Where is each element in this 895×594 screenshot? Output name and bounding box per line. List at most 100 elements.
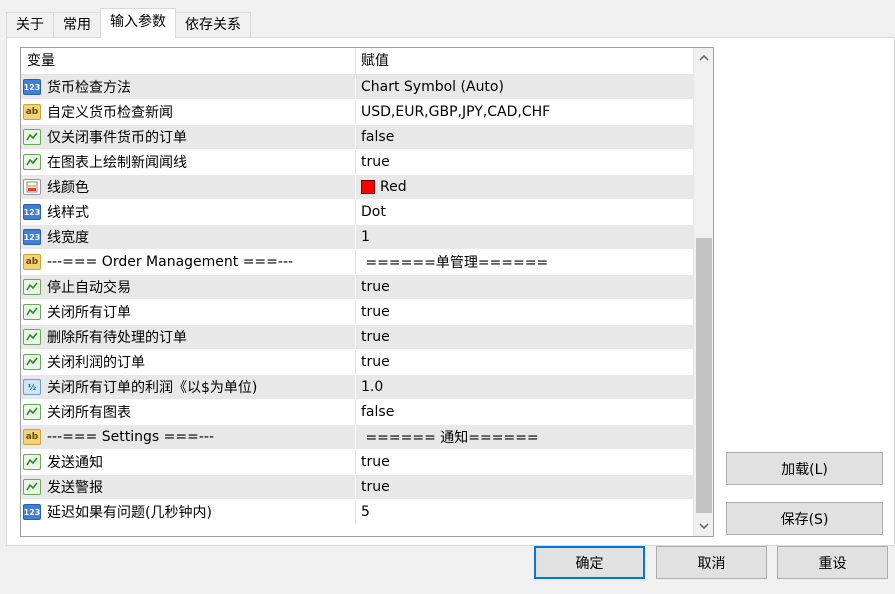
double-type-icon: ½ [23,379,41,395]
variable-label: 关闭所有订单 [47,305,131,321]
scroll-thumb[interactable] [696,238,712,513]
value-cell[interactable]: true [356,350,693,374]
column-header-value[interactable]: 赋值 [356,48,693,75]
variable-label: 延迟如果有问题(几秒钟内) [47,505,212,521]
variable-cell[interactable]: 停止自动交易 [21,275,356,299]
reset-button[interactable]: 重设 [777,546,888,579]
inputs-panel: 变量 赋值 123 货币检查方法 Chart Symbol (Auto) ab 自定义货… [6,37,895,546]
value-text: true [361,354,390,370]
table-row[interactable]: 123 线样式 Dot [21,200,693,225]
scroll-down-button[interactable] [694,516,713,536]
variable-cell[interactable]: ab ---=== Settings ===--- [21,425,356,449]
integer-type-icon: 123 [23,79,41,95]
boolean-type-icon [23,479,41,495]
value-cell[interactable]: false [356,400,693,424]
variable-cell[interactable]: 关闭利润的订单 [21,350,356,374]
variable-cell[interactable]: 发送通知 [21,450,356,474]
parameter-rows: 123 货币检查方法 Chart Symbol (Auto) ab 自定义货币检查新闻 U… [21,75,693,525]
variable-label: 关闭利润的订单 [47,355,145,371]
string-type-icon: ab [23,104,41,120]
value-cell[interactable]: 5 [356,500,693,524]
value-cell[interactable]: Dot [356,200,693,224]
value-cell[interactable]: true [356,325,693,349]
variable-cell[interactable]: ab 自定义货币检查新闻 [21,100,356,124]
table-row[interactable]: 关闭所有订单 true [21,300,693,325]
scroll-up-button[interactable] [694,48,713,68]
value-cell[interactable]: true [356,450,693,474]
table-row[interactable]: 123 延迟如果有问题(几秒钟内) 5 [21,500,693,525]
value-cell[interactable]: true [356,150,693,174]
value-text: true [361,279,390,295]
variable-label: 线颜色 [47,180,89,196]
value-text: true [361,479,390,495]
vertical-scrollbar[interactable] [693,48,713,536]
boolean-type-icon [23,129,41,145]
color-type-icon [23,179,41,195]
chevron-down-icon [699,523,709,529]
column-header-variable[interactable]: 变量 [21,48,356,75]
value-cell[interactable]: Chart Symbol (Auto) [356,75,693,99]
table-row[interactable]: 123 线宽度 1 [21,225,693,250]
value-cell[interactable]: 1.0 [356,375,693,399]
tab-bar: 关于 常用 输入参数 依存关系 [6,8,251,38]
table-row[interactable]: 发送通知 true [21,450,693,475]
variable-cell[interactable]: ab ---=== Order Management ===--- [21,250,356,274]
variable-cell[interactable]: 在图表上绘制新闻闻线 [21,150,356,174]
variable-cell[interactable]: 关闭所有图表 [21,400,356,424]
value-cell[interactable]: true [356,300,693,324]
variable-label: 停止自动交易 [47,280,131,296]
value-cell[interactable]: true [356,475,693,499]
integer-type-icon: 123 [23,504,41,520]
variable-cell[interactable]: 123 线样式 [21,200,356,224]
cancel-button[interactable]: 取消 [656,546,767,579]
value-text: true [361,454,390,470]
boolean-type-icon [23,454,41,470]
tab-common[interactable]: 常用 [53,12,101,38]
value-cell[interactable]: 1 [356,225,693,249]
variable-cell[interactable]: 线颜色 [21,175,356,199]
variable-cell[interactable]: 123 线宽度 [21,225,356,249]
value-cell[interactable]: false [356,125,693,149]
value-cell[interactable]: USD,EUR,GBP,JPY,CAD,CHF [356,100,693,124]
variable-label: 在图表上绘制新闻闻线 [47,155,187,171]
value-text: Red [380,179,407,195]
table-row[interactable]: 123 货币检查方法 Chart Symbol (Auto) [21,75,693,100]
table-row[interactable]: ½ 关闭所有订单的利润《以$为单位) 1.0 [21,375,693,400]
variable-cell[interactable]: 删除所有待处理的订单 [21,325,356,349]
variable-cell[interactable]: 123 货币检查方法 [21,75,356,99]
tab-about[interactable]: 关于 [6,12,54,38]
value-text: 5 [361,504,370,520]
variable-label: 货币检查方法 [47,80,131,96]
ok-button[interactable]: 确定 [534,546,645,579]
table-row[interactable]: 线颜色 Red [21,175,693,200]
table-row[interactable]: 关闭所有图表 false [21,400,693,425]
variable-label: 删除所有待处理的订单 [47,330,187,346]
string-type-icon: ab [23,254,41,270]
value-cell[interactable]: true [356,275,693,299]
table-row[interactable]: 删除所有待处理的订单 true [21,325,693,350]
tab-dependencies[interactable]: 依存关系 [175,12,251,38]
variable-cell[interactable]: 123 延迟如果有问题(几秒钟内) [21,500,356,524]
table-row[interactable]: 发送警报 true [21,475,693,500]
variable-cell[interactable]: ½ 关闭所有订单的利润《以$为单位) [21,375,356,399]
variable-cell[interactable]: 关闭所有订单 [21,300,356,324]
table-row[interactable]: 在图表上绘制新闻闻线 true [21,150,693,175]
table-row[interactable]: ab 自定义货币检查新闻 USD,EUR,GBP,JPY,CAD,CHF [21,100,693,125]
value-cell[interactable]: ======单管理====== [356,250,693,274]
table-row[interactable]: ab ---=== Settings ===--- ====== 通知====== [21,425,693,450]
value-text: true [361,329,390,345]
tab-inputs[interactable]: 输入参数 [100,8,176,38]
variable-cell[interactable]: 仅关闭事件货币的订单 [21,125,356,149]
table-row[interactable]: 仅关闭事件货币的订单 false [21,125,693,150]
variable-label: ---=== Settings ===--- [47,429,215,445]
value-cell[interactable]: ====== 通知====== [356,425,693,449]
variable-label: 发送警报 [47,480,103,496]
load-button[interactable]: 加载(L) [726,452,883,485]
save-button[interactable]: 保存(S) [726,502,883,535]
table-row[interactable]: ab ---=== Order Management ===--- ======单… [21,250,693,275]
table-row[interactable]: 关闭利润的订单 true [21,350,693,375]
value-cell[interactable]: Red [356,175,693,199]
variable-cell[interactable]: 发送警报 [21,475,356,499]
variable-label: 自定义货币检查新闻 [47,105,173,121]
table-row[interactable]: 停止自动交易 true [21,275,693,300]
